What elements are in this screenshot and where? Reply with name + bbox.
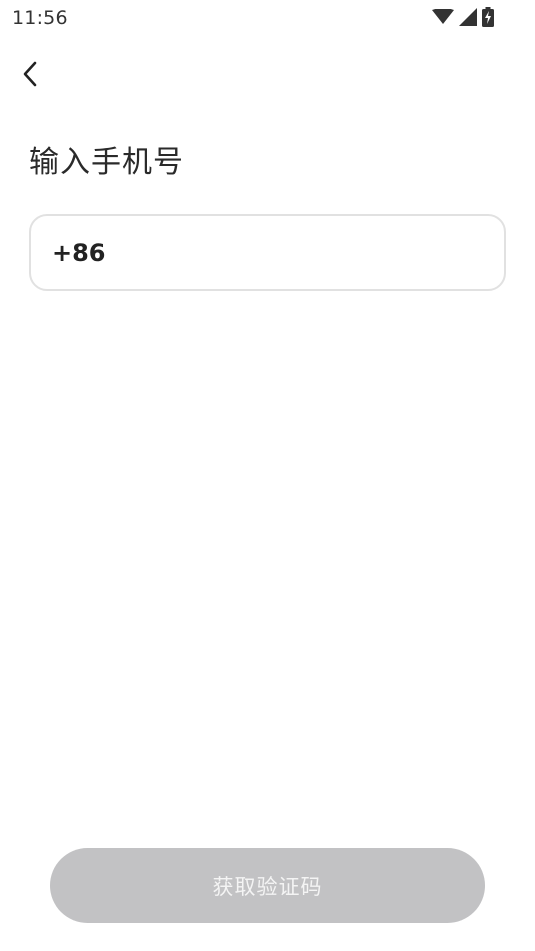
status-icons	[432, 6, 494, 28]
wifi-icon	[432, 9, 454, 25]
back-button[interactable]	[12, 58, 48, 94]
status-time: 11:56	[12, 7, 68, 29]
page-title: 输入手机号	[29, 145, 184, 180]
login-phone-screen: 11:56 输入手机号 +86 获取验证码	[0, 0, 535, 951]
country-code[interactable]: +86	[52, 239, 106, 267]
status-bar: 11:56	[0, 0, 535, 36]
cellular-signal-icon	[459, 8, 477, 26]
phone-number-input[interactable]	[115, 222, 504, 283]
chevron-left-icon	[20, 60, 40, 92]
phone-number-field[interactable]: +86	[29, 214, 506, 291]
battery-charging-icon	[482, 7, 494, 27]
get-verification-code-button[interactable]: 获取验证码	[50, 848, 485, 923]
